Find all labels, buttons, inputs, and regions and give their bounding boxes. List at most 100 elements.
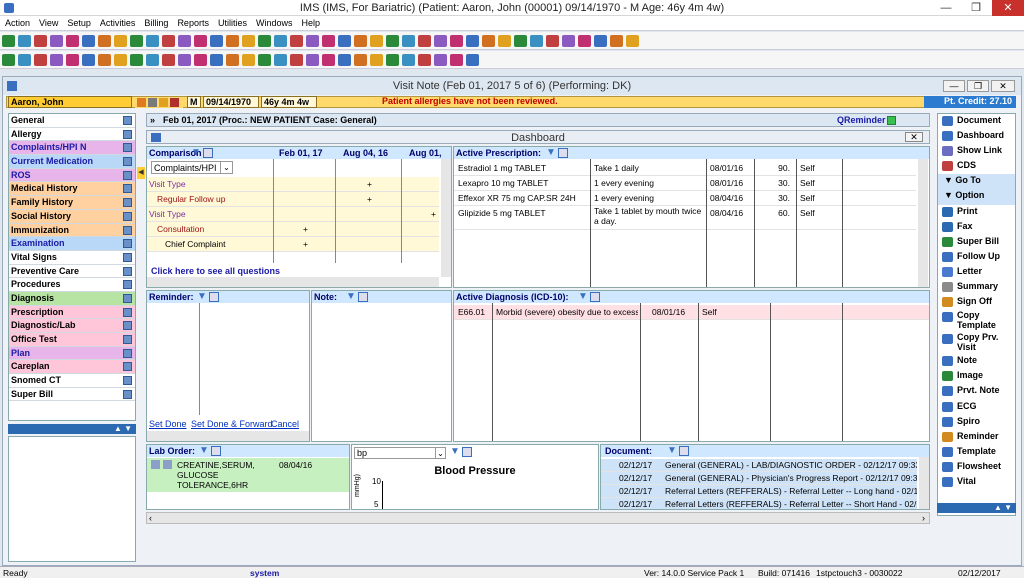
see-all-questions-link[interactable]: Click here to see all questions xyxy=(151,266,280,276)
action-option[interactable]: ▼ Option xyxy=(938,189,1015,205)
toolbar-tool-icon[interactable] xyxy=(114,54,127,66)
toolbar-tool-icon[interactable] xyxy=(418,54,431,66)
lab-order-row[interactable]: CREATINE,SERUM, GLUCOSE TOLERANCE,6HR 08… xyxy=(147,458,349,492)
nav-item-snomed-ct[interactable]: Snomed CT xyxy=(9,374,135,388)
nav-item-immunization[interactable]: Immunization xyxy=(9,223,135,238)
section-note-icon[interactable] xyxy=(123,348,132,358)
section-note-icon[interactable] xyxy=(123,321,132,331)
chevron-down-icon[interactable]: ⌄ xyxy=(220,162,232,173)
action-prvt-note[interactable]: Prvt. Note xyxy=(938,384,1015,399)
section-note-icon[interactable] xyxy=(123,389,132,399)
nav-item-ros[interactable]: ROS xyxy=(9,168,135,183)
qreminder-label[interactable]: QReminder xyxy=(837,115,886,125)
filter-icon[interactable]: ▼ xyxy=(450,447,460,457)
toolbar-tool-icon[interactable] xyxy=(402,35,415,47)
toolbar-tool-icon[interactable] xyxy=(210,54,223,66)
expand-icon[interactable] xyxy=(358,292,368,302)
toolbar-tool-icon[interactable] xyxy=(562,35,575,47)
menu-utilities[interactable]: Utilities xyxy=(213,16,251,28)
section-note-icon[interactable] xyxy=(123,293,132,303)
menu-activities[interactable]: Activities xyxy=(95,16,140,28)
cancel-link[interactable]: Cancel xyxy=(271,419,299,429)
toolbar-tool-icon[interactable] xyxy=(82,35,95,47)
toolbar-tool-icon[interactable] xyxy=(370,54,383,66)
comparison-row[interactable]: Visit Type + xyxy=(147,177,439,192)
section-note-icon[interactable] xyxy=(123,266,132,276)
toolbar-tool-icon[interactable] xyxy=(178,35,191,47)
comparison-row[interactable]: Consultation + xyxy=(147,222,439,237)
nav-item-family-history[interactable]: Family History xyxy=(9,196,135,210)
action-go-to[interactable]: ▼ Go To xyxy=(938,174,1015,190)
toolbar-tool-icon[interactable] xyxy=(594,35,607,47)
section-note-icon[interactable] xyxy=(123,211,132,221)
section-note-icon[interactable] xyxy=(123,116,132,125)
prescription-vscroll[interactable] xyxy=(918,159,928,287)
document-row[interactable]: 02/12/17 Referral Letters (REFFERALS) - R… xyxy=(601,485,917,498)
section-note-icon[interactable] xyxy=(123,198,132,208)
nav-item-social-history[interactable]: Social History xyxy=(9,209,135,224)
toolbar-tool-icon[interactable] xyxy=(338,54,351,66)
toolbar-tool-icon[interactable] xyxy=(18,54,31,66)
section-note-icon[interactable] xyxy=(123,225,132,235)
document-row[interactable]: 02/12/17 General (GENERAL) - Physician's … xyxy=(601,472,917,485)
camera-icon[interactable] xyxy=(148,98,157,107)
action-sign-off[interactable]: Sign Off xyxy=(938,295,1015,310)
toolbar-tool-icon[interactable] xyxy=(162,54,175,66)
expand-icon[interactable] xyxy=(203,148,213,158)
dashboard-hscroll[interactable]: ‹ › xyxy=(146,512,930,524)
toolbar-tool-icon[interactable] xyxy=(258,54,271,66)
action-cds[interactable]: CDS xyxy=(938,159,1015,174)
nav-item-allergy[interactable]: Allergy xyxy=(9,127,135,142)
document-row[interactable]: 02/12/17 Referral Letters (REFFERALS) - R… xyxy=(601,498,917,509)
toolbar-tool-icon[interactable] xyxy=(194,35,207,47)
toolbar-tool-icon[interactable] xyxy=(50,54,63,66)
family-icon[interactable] xyxy=(159,98,168,107)
filter-icon[interactable]: ▼ xyxy=(199,446,209,456)
action-print[interactable]: Print xyxy=(938,205,1015,220)
toolbar-tool-icon[interactable] xyxy=(498,35,511,47)
toolbar-tool-icon[interactable] xyxy=(306,35,319,47)
action-copy-template[interactable]: Copy Template xyxy=(938,310,1015,332)
toolbar-tool-icon[interactable] xyxy=(306,54,319,66)
toolbar-tool-icon[interactable] xyxy=(546,35,559,47)
comparison-row[interactable]: Regular Follow up + xyxy=(147,192,439,207)
toolbar-tool-icon[interactable] xyxy=(18,35,31,47)
section-note-icon[interactable] xyxy=(123,307,132,317)
comparison-row[interactable]: Chief Complaint + xyxy=(147,237,439,252)
nav-item-examination[interactable]: Examination xyxy=(9,237,135,251)
menu-help[interactable]: Help xyxy=(296,16,324,28)
nav-item-super-bill[interactable]: Super Bill xyxy=(9,387,135,402)
filter-icon[interactable]: ▼ xyxy=(667,446,677,456)
minimize-button[interactable]: — xyxy=(932,0,960,16)
expand-icon[interactable] xyxy=(679,446,689,456)
document-row[interactable]: 02/12/17 General (GENERAL) - LAB/DIAGNOST… xyxy=(601,459,917,472)
edit-icon[interactable] xyxy=(163,460,172,469)
toolbar-tool-icon[interactable] xyxy=(274,35,287,47)
close-button[interactable]: ✕ xyxy=(992,0,1024,16)
toolbar-tool-icon[interactable] xyxy=(466,54,479,66)
document-vscroll[interactable] xyxy=(919,457,929,509)
toolbar-tool-icon[interactable] xyxy=(386,35,399,47)
toolbar-tool-icon[interactable] xyxy=(322,35,335,47)
action-dashboard[interactable]: Dashboard xyxy=(938,129,1015,144)
toolbar-tool-icon[interactable] xyxy=(354,35,367,47)
filter-icon[interactable]: ▼ xyxy=(546,148,556,158)
toolbar-tool-icon[interactable] xyxy=(434,35,447,47)
section-note-icon[interactable] xyxy=(123,280,132,290)
nav-item-office-test[interactable]: Office Test xyxy=(9,333,135,347)
toolbar-tool-icon[interactable] xyxy=(274,54,287,66)
vital-select[interactable]: bp ⌄ xyxy=(354,447,446,459)
toolbar-tool-icon[interactable] xyxy=(114,35,127,47)
filter-icon[interactable]: ▼ xyxy=(191,148,201,158)
chevron-down-icon[interactable]: ⌄ xyxy=(435,448,445,458)
nav-item-current-medication[interactable]: Current Medication xyxy=(9,155,135,169)
diagnosis-row[interactable]: E66.01 Morbid (severe) obesity due to exc… xyxy=(454,305,929,320)
comparison-row[interactable]: Visit Type + xyxy=(147,207,439,222)
section-note-icon[interactable] xyxy=(123,239,132,249)
toolbar-tool-icon[interactable] xyxy=(82,54,95,66)
scroll-right-icon[interactable]: › xyxy=(922,513,925,523)
inner-minimize-button[interactable]: — xyxy=(943,80,965,92)
section-note-icon[interactable] xyxy=(123,335,132,344)
expand-icon[interactable] xyxy=(462,447,472,457)
toolbar-tool-icon[interactable] xyxy=(450,35,463,47)
